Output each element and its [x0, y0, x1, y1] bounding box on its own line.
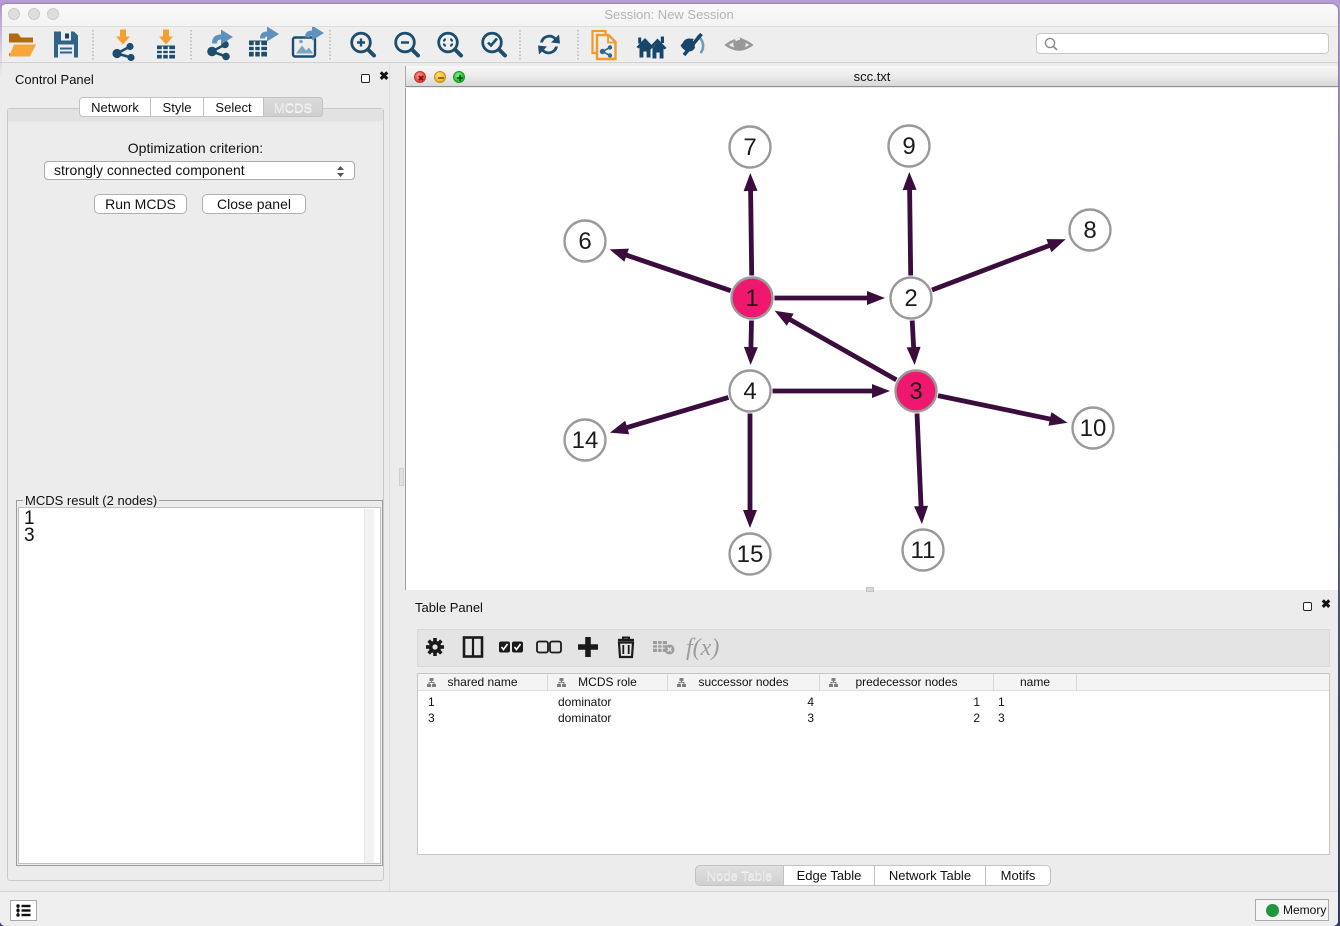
svg-text:7: 7: [743, 134, 756, 161]
svg-text:2: 2: [904, 285, 917, 312]
svg-text:f(x): f(x): [686, 635, 719, 661]
svg-text:6: 6: [578, 228, 591, 255]
svg-text:9: 9: [902, 133, 915, 160]
svg-text:4: 4: [743, 378, 756, 405]
svg-text:3: 3: [909, 378, 922, 405]
svg-text:1: 1: [745, 285, 758, 312]
svg-text:8: 8: [1083, 217, 1096, 244]
svg-text:15: 15: [737, 541, 764, 568]
svg-text:14: 14: [572, 427, 599, 454]
svg-text:11: 11: [911, 537, 936, 564]
svg-text:10: 10: [1080, 415, 1107, 442]
